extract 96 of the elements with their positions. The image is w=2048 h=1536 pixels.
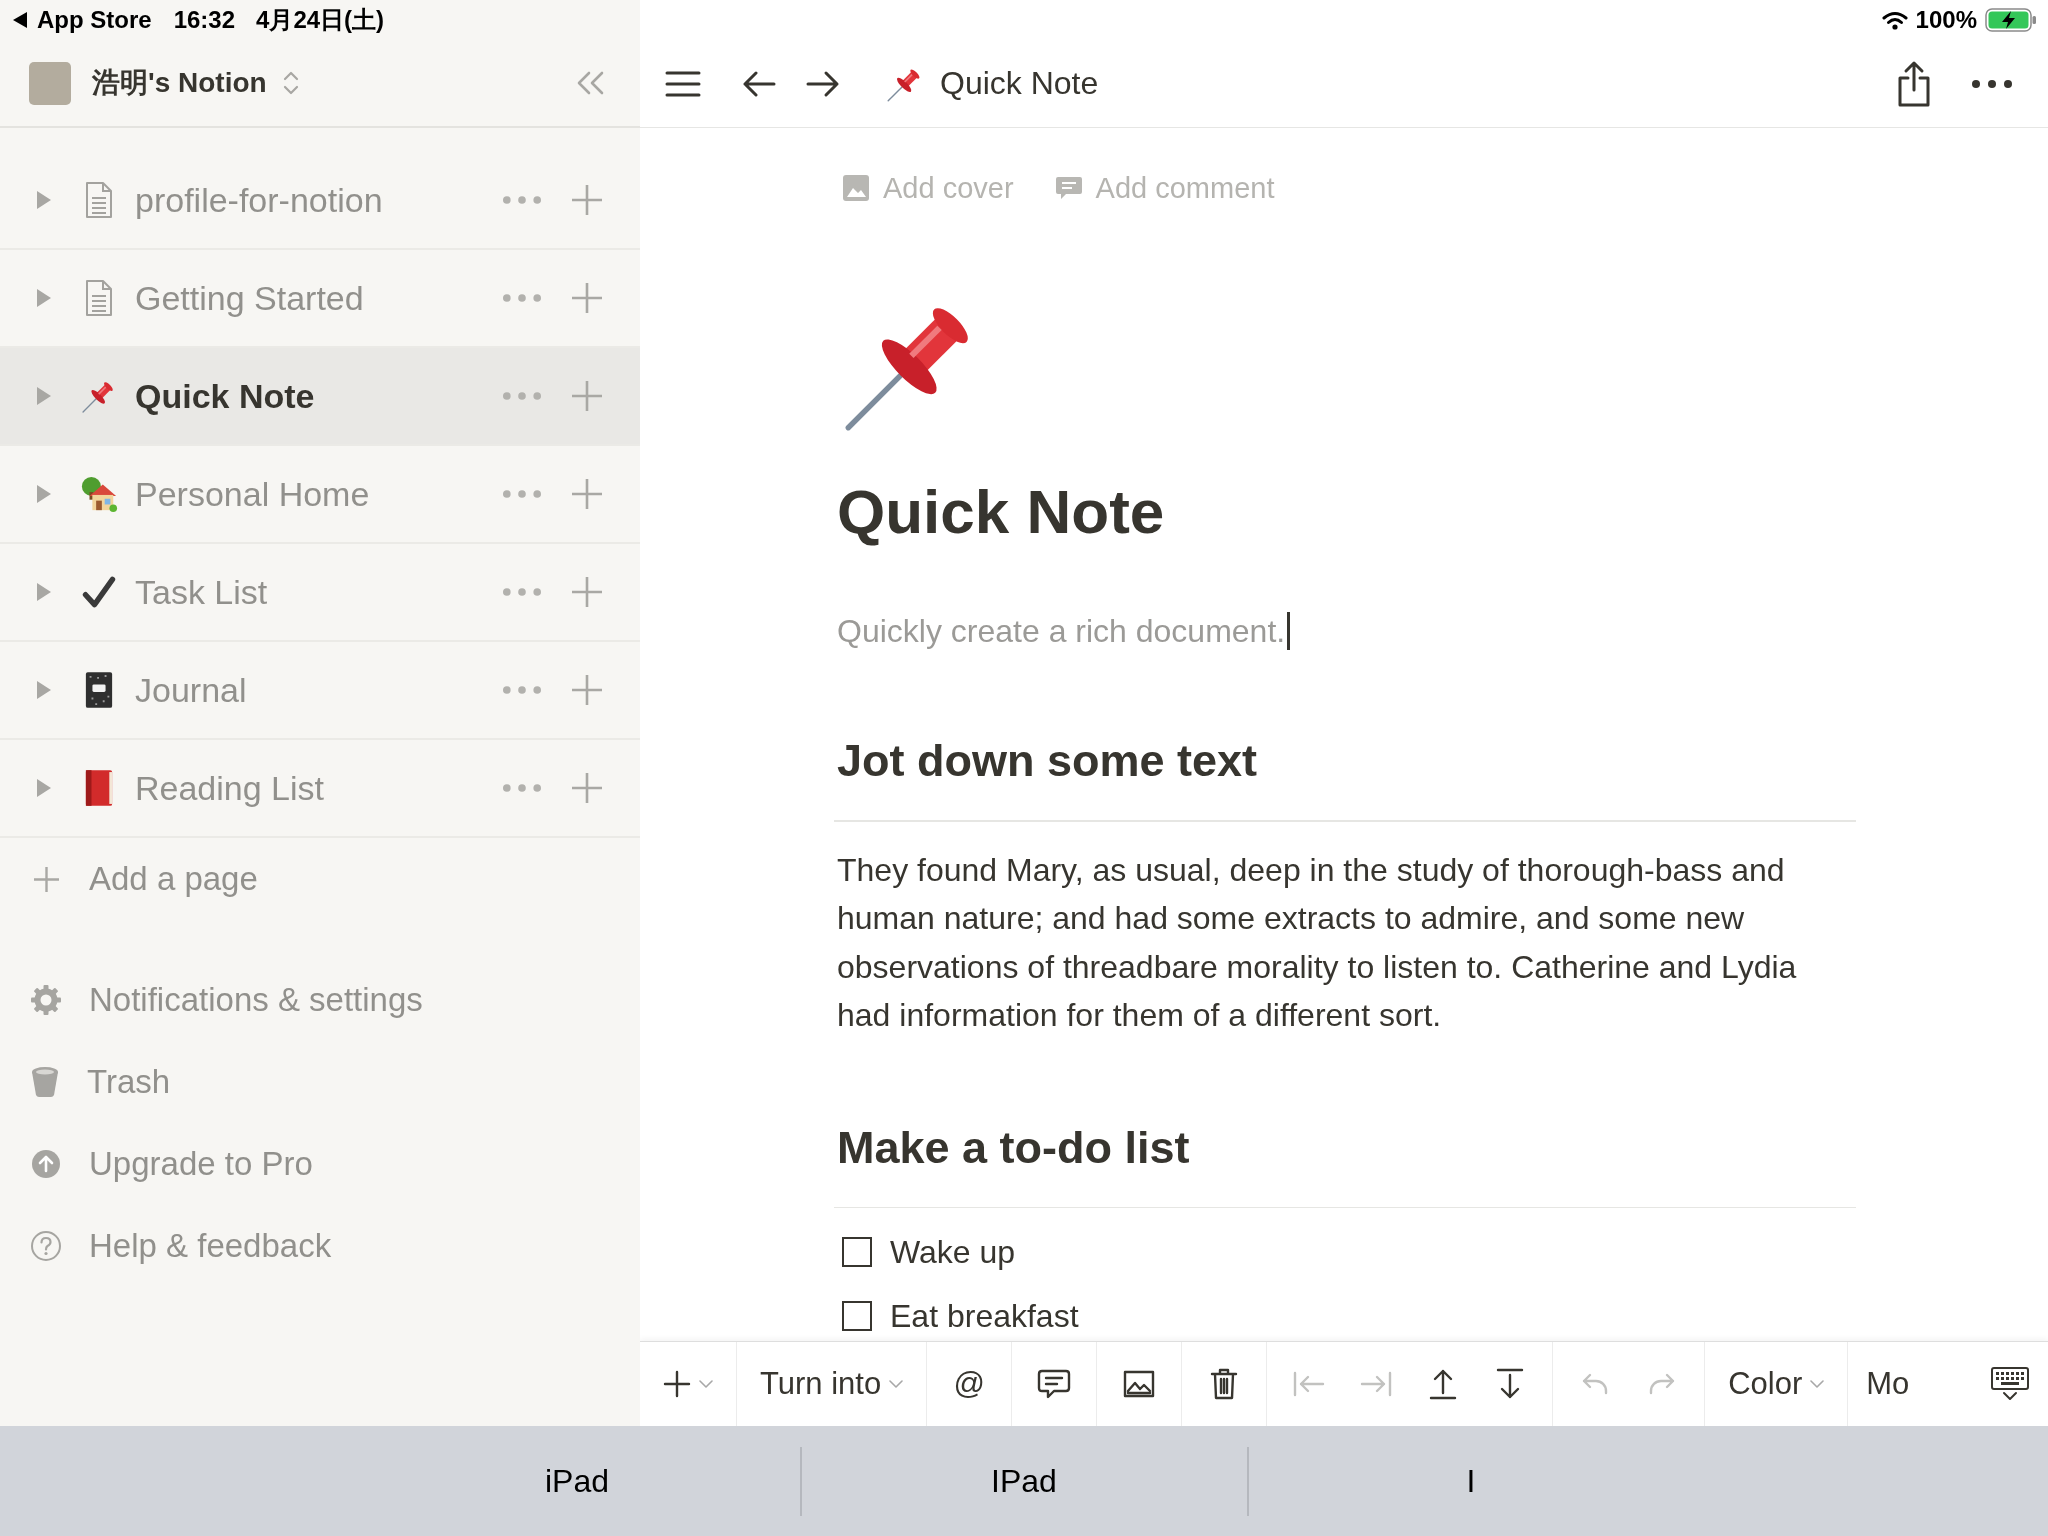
- outdent-icon: [1292, 1370, 1327, 1398]
- expand-triangle-icon[interactable]: [37, 681, 51, 699]
- checkbox[interactable]: [842, 1301, 872, 1331]
- suggestion-button[interactable]: iPad: [544, 1462, 609, 1500]
- page-label: Personal Home: [135, 474, 370, 514]
- text-cursor: [1287, 612, 1291, 650]
- expand-triangle-icon[interactable]: [37, 289, 51, 307]
- suggestion-button[interactable]: I: [1466, 1462, 1476, 1500]
- sidebar-page-item[interactable]: Reading List: [0, 740, 640, 838]
- status-time: 16:32: [173, 6, 236, 34]
- sidebar-page-item[interactable]: Journal: [0, 642, 640, 740]
- image-icon: [1123, 1370, 1156, 1398]
- section-heading: Make a to-do list: [836, 1120, 1190, 1175]
- comment-icon: [1037, 1368, 1072, 1400]
- sidebar-page-item[interactable]: Personal Home: [0, 446, 640, 544]
- forward-arrow-icon[interactable]: [806, 69, 840, 98]
- page-label: Task List: [135, 572, 268, 612]
- expand-triangle-icon[interactable]: [37, 191, 51, 209]
- page-label: Reading List: [135, 768, 324, 808]
- house-icon: [80, 475, 118, 513]
- move-down-icon: [1495, 1368, 1526, 1400]
- page-label: Journal: [135, 670, 247, 710]
- plus-icon: [663, 1370, 691, 1398]
- trash-icon: [1210, 1368, 1239, 1400]
- back-to-app-link[interactable]: App Store: [13, 6, 152, 34]
- page-label: profile-for-notion: [135, 180, 383, 220]
- check-mark-icon: [81, 574, 117, 610]
- keyboard-icon: [1990, 1366, 2030, 1402]
- page-label: Quick Note: [135, 376, 315, 416]
- suggestion-button[interactable]: IPad: [991, 1462, 1057, 1500]
- expand-triangle-icon[interactable]: [37, 583, 51, 601]
- comment-icon: [1054, 175, 1083, 201]
- trash-link[interactable]: Trash: [30, 1060, 171, 1104]
- section-heading: Jot down some text: [836, 734, 1258, 788]
- wifi-icon: [1881, 10, 1908, 30]
- bucket-icon: [30, 1066, 60, 1098]
- image-icon: [842, 174, 870, 202]
- add-icon[interactable]: [571, 184, 603, 216]
- sidebar-page-item[interactable]: profile-for-notion: [0, 152, 640, 250]
- notebook-icon: [84, 671, 114, 709]
- book-icon: [84, 769, 114, 807]
- indent-icon: [1359, 1370, 1394, 1398]
- plus-icon: [33, 865, 60, 893]
- caret-icon: [1810, 1379, 1825, 1389]
- double-chevron-left-icon[interactable]: [575, 71, 605, 95]
- page-title: Quick Note: [836, 476, 1165, 548]
- checkbox[interactable]: [842, 1237, 872, 1267]
- settings-link[interactable]: Notifications & settings: [30, 978, 423, 1022]
- expand-triangle-icon[interactable]: [37, 779, 51, 797]
- page-description: Quickly create a rich document.: [837, 612, 1286, 651]
- expand-triangle-icon[interactable]: [37, 387, 51, 405]
- todo-text: Eat breakfast: [890, 1297, 1079, 1336]
- color-button[interactable]: Color: [1728, 1362, 1825, 1406]
- add-icon[interactable]: [571, 282, 603, 314]
- document-icon: [84, 181, 114, 219]
- up-down-chevron-icon: [282, 70, 299, 96]
- add-icon[interactable]: [571, 674, 603, 706]
- expand-triangle-icon[interactable]: [37, 485, 51, 503]
- sidebar-page-item[interactable]: Quick Note: [0, 348, 640, 446]
- share-icon[interactable]: [1896, 59, 1932, 108]
- add-icon[interactable]: [571, 772, 603, 804]
- paragraph-text: They found Mary, as usual, deep in the study of thorough-bass and human nature; and had some extracts to admire, and some new observations of threadbare morality to listen to. Catherine and Lydia had information for them of a different sort.: [836, 850, 1798, 1035]
- back-triangle-icon: [13, 12, 27, 28]
- battery-icon: [1985, 8, 2037, 32]
- workspace-switcher[interactable]: 浩明's Notion: [92, 64, 299, 102]
- back-arrow-icon[interactable]: [742, 69, 776, 98]
- page-label: Getting Started: [135, 278, 364, 318]
- document-icon: [84, 279, 114, 317]
- caret-icon: [889, 1379, 904, 1389]
- add-icon[interactable]: [571, 478, 603, 510]
- up-arrow-circle-icon: [30, 1148, 62, 1180]
- toolbar-button[interactable]: Mo: [1866, 1362, 1910, 1406]
- move-up-icon: [1428, 1368, 1459, 1400]
- add-comment-button[interactable]: Add comment: [1054, 171, 1275, 205]
- page-breadcrumb[interactable]: Quick Note: [940, 65, 1099, 102]
- status-date: 4月24日(土): [256, 5, 385, 35]
- avatar-placeholder: [29, 61, 71, 105]
- more-icon[interactable]: [1972, 78, 2012, 89]
- sidebar-page-item[interactable]: Task List: [0, 544, 640, 642]
- turn-into-button[interactable]: Turn into: [760, 1362, 904, 1406]
- help-link[interactable]: Help & feedback: [30, 1224, 332, 1268]
- add-icon[interactable]: [571, 576, 603, 608]
- add-cover-button[interactable]: Add cover: [842, 171, 1014, 205]
- upgrade-link[interactable]: Upgrade to Pro: [30, 1142, 313, 1186]
- battery-percent: 100%: [1915, 6, 1977, 34]
- mention-button[interactable]: @: [950, 1362, 989, 1406]
- todo-text: Wake up: [890, 1233, 1016, 1272]
- add-page-button[interactable]: Add a page: [33, 857, 258, 901]
- redo-icon: [1648, 1372, 1677, 1396]
- caret-icon: [699, 1379, 713, 1389]
- undo-icon: [1581, 1372, 1610, 1396]
- gear-icon: [30, 984, 62, 1016]
- help-icon: [30, 1230, 62, 1262]
- hide-keyboard-button[interactable]: [1972, 1342, 2048, 1426]
- menu-icon[interactable]: [665, 69, 701, 98]
- add-icon[interactable]: [571, 380, 603, 412]
